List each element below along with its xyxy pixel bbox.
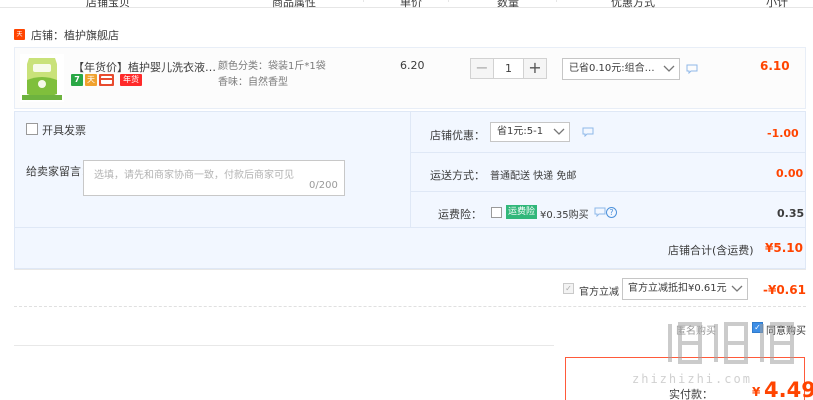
- insurance-tag: 运费险: [506, 205, 538, 219]
- chevron-down-icon: [663, 65, 675, 72]
- item-title[interactable]: 【年货价】植护婴儿洗衣液婴幼儿专用: [73, 59, 218, 75]
- chevron-down-icon: [731, 285, 743, 292]
- invoice-checkbox[interactable]: [26, 123, 38, 135]
- qty-input[interactable]: 1: [494, 59, 523, 78]
- shop-total-value: ¥5.10: [765, 241, 803, 255]
- header-col-attr: 商品属性: [272, 0, 316, 9]
- shipping-method: 普通配送 快递 免邮: [490, 171, 577, 182]
- chat-icon[interactable]: [582, 127, 594, 137]
- credit-card-icon: [99, 74, 114, 86]
- insurance-checkbox[interactable]: [491, 207, 502, 218]
- pay-amount: 4.49: [764, 378, 813, 400]
- shipping-label: 运送方式：: [430, 169, 485, 182]
- promo-select-value: 已省0.10元:组合…: [569, 63, 655, 74]
- unit-price: 6.20: [400, 59, 425, 72]
- shop-total-label: 店铺合计(含运费): [668, 244, 754, 257]
- promo-select[interactable]: 已省0.10元:组合…: [562, 58, 680, 80]
- pay-currency: ¥: [752, 385, 761, 399]
- shop-name[interactable]: 店铺：植护旗舰店: [31, 27, 119, 43]
- qty-decrease-button[interactable]: −: [471, 59, 494, 78]
- seven-day-return-icon: 7: [71, 74, 83, 86]
- official-discount-amount: -¥0.61: [763, 283, 806, 297]
- official-discount-checkbox[interactable]: ✓: [563, 283, 574, 294]
- discount-select-value: 官方立减抵扣¥0.61元: [628, 283, 727, 294]
- sku-color: 颜色分类：袋装1斤*1袋: [218, 61, 326, 72]
- coupon-amount: -1.00: [767, 127, 799, 140]
- shop-coupon-label: 店铺优惠：: [430, 129, 485, 142]
- header-col-qty: 数量: [497, 0, 519, 9]
- shipping-amount: 0.00: [776, 167, 804, 180]
- header-col-item: 店铺宝贝: [86, 0, 130, 9]
- sku-scent: 香味：自然香型: [218, 77, 288, 88]
- quantity-stepper: − 1 +: [470, 58, 547, 79]
- chat-icon[interactable]: [686, 64, 698, 74]
- header-col-promo: 优惠方式: [611, 0, 655, 9]
- official-discount-label: 官方立减: [579, 287, 619, 298]
- header-col-price: 单价: [400, 0, 422, 9]
- table-header: 店铺宝贝 商品属性 单价 数量 优惠方式 小计: [0, 0, 813, 9]
- chat-icon[interactable]: [594, 207, 606, 217]
- message-char-count: 0/200: [309, 180, 338, 191]
- insurance-label: 运费险：: [438, 208, 482, 221]
- watermark-text: zhizhizhi.com: [632, 372, 752, 386]
- item-sku: 颜色分类：袋装1斤*1袋 香味：自然香型: [218, 59, 326, 91]
- qty-increase-button[interactable]: +: [523, 59, 546, 78]
- header-col-subtotal: 小计: [766, 0, 788, 9]
- message-placeholder: 选填，请先和商家协商一致，付款后商家可见: [94, 170, 294, 181]
- help-icon[interactable]: ?: [606, 207, 617, 218]
- official-discount-select[interactable]: 官方立减抵扣¥0.61元: [622, 278, 748, 300]
- coupon-select-value: 省1元:5-1: [497, 126, 544, 137]
- tmall-guarantee-icon: 天: [85, 74, 97, 86]
- shop-coupon-select[interactable]: 省1元:5-1: [490, 122, 570, 142]
- chevron-down-icon: [553, 128, 565, 135]
- tmall-shop-icon: 天猫: [14, 29, 25, 49]
- insurance-amount: 0.35: [777, 207, 805, 220]
- watermark-logo: [668, 322, 794, 364]
- invoice-label: 开具发票: [42, 124, 86, 137]
- product-thumbnail[interactable]: [20, 54, 64, 102]
- insurance-price: ¥0.35购买: [540, 210, 589, 221]
- new-year-badge: 年货: [120, 74, 142, 86]
- pay-label: 实付款：: [669, 388, 713, 400]
- item-badges: 7 天 年货: [71, 74, 142, 86]
- item-subtotal: 6.10: [760, 59, 790, 73]
